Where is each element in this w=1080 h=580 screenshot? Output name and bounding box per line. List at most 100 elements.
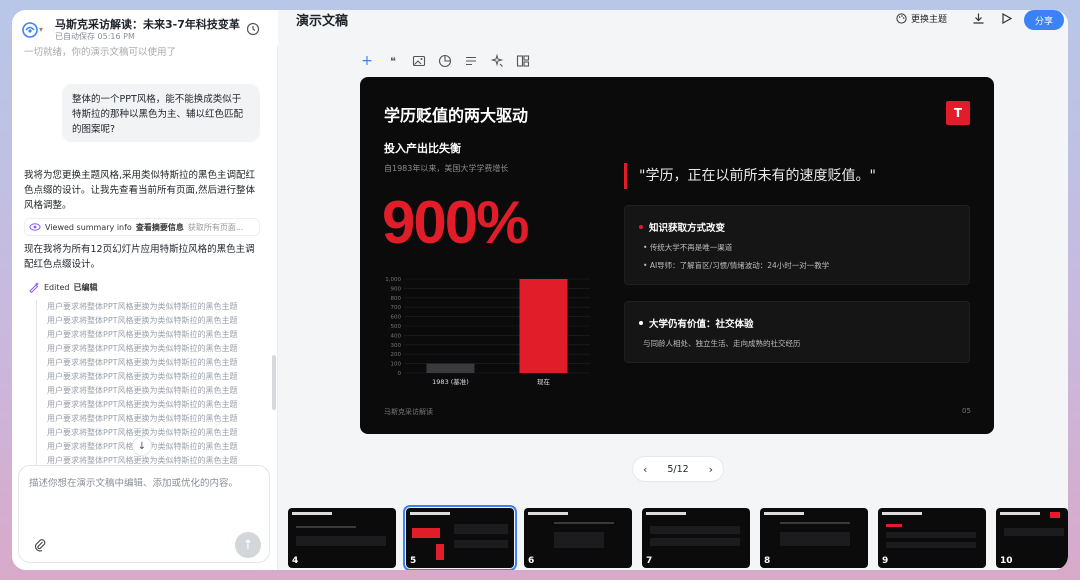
tool-detail: 获取所有页面... bbox=[187, 222, 244, 232]
thumb-block bbox=[780, 532, 850, 546]
list-item: 用户要求将整体PPT风格更换为类似特斯拉的黑色主题 bbox=[47, 428, 238, 437]
slide-thumbnail[interactable]: 9 bbox=[878, 508, 986, 568]
chart-icon[interactable] bbox=[438, 54, 452, 68]
chat-input-box: ↑ bbox=[18, 465, 270, 563]
bar bbox=[519, 279, 568, 373]
app-window: 一切就绪，你的演示文稿可以使用了 ▾ 马斯克采访解读：未来3-7年科技变革 已自… bbox=[12, 10, 1068, 570]
tool-label: Viewed summary info bbox=[45, 222, 132, 232]
bullet-dot bbox=[639, 321, 643, 325]
y-tick-label: 1,000 bbox=[385, 277, 401, 283]
chat-scrollbar[interactable] bbox=[272, 355, 276, 410]
scroll-to-bottom-button[interactable]: ↓ bbox=[132, 436, 152, 456]
slide-title[interactable]: 学历贬值的两大驱动 bbox=[384, 102, 528, 126]
card-line-text: AI导师：了解盲区/习惯/情绪波动：24小时一对一教学 bbox=[649, 261, 830, 270]
tool-label: Edited bbox=[44, 282, 70, 292]
thumb-title-bar bbox=[882, 512, 922, 515]
history-icon[interactable] bbox=[246, 22, 260, 36]
thumb-accent bbox=[1050, 512, 1060, 518]
info-card[interactable]: 知识获取方式改变 • 传统大学不再是唯一渠道 • AI导师：了解盲区/习惯/情绪… bbox=[624, 205, 970, 285]
card-title-text: 大学仍有价值：社交体验 bbox=[649, 319, 754, 330]
card-title: 大学仍有价值：社交体验 bbox=[639, 316, 754, 330]
list-item: 用户要求将整体PPT风格更换为类似特斯拉的黑色主题 bbox=[47, 358, 238, 367]
thumb-line bbox=[296, 526, 356, 528]
editor-title: 演示文稿 bbox=[296, 14, 349, 29]
card-line: 与同龄人相处、独立生活、走向成熟的社交经历 bbox=[643, 339, 801, 348]
magic-icon[interactable] bbox=[490, 54, 504, 68]
thumb-block bbox=[1004, 528, 1064, 536]
chevron-down-icon[interactable]: ▾ bbox=[39, 25, 43, 34]
palette-icon bbox=[896, 13, 907, 24]
slide-quote[interactable]: "学历，正在以前所未有的速度贬值。" bbox=[624, 163, 876, 189]
eye-icon bbox=[29, 223, 41, 231]
slide-thumbnail[interactable]: 4 bbox=[288, 508, 396, 568]
card-line: • 传统大学不再是唯一渠道 bbox=[643, 243, 733, 252]
thumb-block bbox=[454, 540, 508, 548]
slide-thumbnail[interactable]: 6 bbox=[524, 508, 632, 568]
arrow-up-icon: ↑ bbox=[242, 537, 254, 553]
slide-thumbnail-active[interactable]: 5 bbox=[403, 505, 517, 570]
slide-toolbar: + ❝ bbox=[360, 52, 530, 70]
y-tick-label: 900 bbox=[391, 286, 402, 292]
thumb-number: 10 bbox=[1000, 556, 1013, 566]
share-button[interactable]: 分享 bbox=[1024, 10, 1064, 30]
thumb-line bbox=[554, 522, 614, 524]
card-title: 知识获取方式改变 bbox=[639, 220, 725, 234]
app-logo-icon[interactable] bbox=[22, 22, 38, 38]
slide-thumbnail[interactable]: 7 bbox=[642, 508, 750, 568]
thumb-title-bar bbox=[292, 512, 332, 515]
chat-input[interactable] bbox=[29, 478, 259, 489]
thumb-number: 6 bbox=[528, 556, 535, 566]
tool-viewed-summary[interactable]: Viewed summary info 查看摘要信息 获取所有页面... bbox=[24, 218, 260, 236]
thumb-title-bar bbox=[1000, 512, 1040, 515]
editor-area: 演示文稿 更换主题 分享 + ❝ 学历贬值的两大驱动 T 投入产出比失衡 自19… bbox=[278, 10, 1068, 570]
y-tick-label: 400 bbox=[391, 333, 402, 339]
y-tick-label: 600 bbox=[391, 315, 402, 321]
slide-thumbnail[interactable]: 10 bbox=[996, 508, 1068, 568]
y-tick-label: 800 bbox=[391, 296, 402, 302]
tool-edited[interactable]: Edited 已编辑 bbox=[24, 278, 260, 296]
x-tick-label: 1983 (基准) bbox=[432, 377, 469, 386]
plus-icon[interactable]: + bbox=[360, 53, 374, 69]
y-tick-label: 500 bbox=[391, 324, 402, 330]
layout-icon[interactable] bbox=[516, 54, 530, 68]
x-tick-label: 现在 bbox=[537, 377, 551, 386]
chat-header: ▾ 马斯克采访解读：未来3-7年科技变革 已自动保存 05:16 PM bbox=[12, 10, 278, 46]
previous-message-fragment: 一切就绪，你的演示文稿可以使用了 bbox=[24, 47, 177, 58]
thumb-block bbox=[886, 542, 976, 548]
change-theme-button[interactable]: 更换主题 bbox=[896, 12, 947, 25]
image-icon[interactable] bbox=[412, 54, 426, 68]
thumb-block bbox=[650, 538, 740, 546]
bullet-dot bbox=[639, 225, 643, 229]
thumb-title-bar bbox=[528, 512, 568, 515]
download-icon[interactable] bbox=[972, 12, 985, 25]
list-item: 用户要求将整体PPT风格更换为类似特斯拉的黑色主题 bbox=[47, 440, 262, 454]
slide-caption[interactable]: 自1983年以来，美国大学学费增长 bbox=[384, 163, 508, 174]
slide-footer: 马斯克采访解读 bbox=[384, 408, 433, 416]
list-item: 用户要求将整体PPT风格更换为类似特斯拉的黑色主题 bbox=[47, 344, 238, 353]
chevron-left-icon[interactable]: ‹ bbox=[643, 463, 647, 476]
thumb-bar bbox=[436, 544, 444, 560]
slide-page-number: 05 bbox=[962, 407, 971, 415]
thumb-title-bar bbox=[410, 512, 450, 515]
paperclip-icon[interactable] bbox=[33, 538, 47, 552]
slide-subtitle[interactable]: 投入产出比失衡 bbox=[384, 140, 461, 156]
big-number[interactable]: 900% bbox=[382, 188, 529, 257]
list-item: 用户要求将整体PPT风格更换为类似特斯拉的黑色主题 bbox=[47, 302, 238, 311]
slide-thumbnail[interactable]: 8 bbox=[760, 508, 868, 568]
chevron-right-icon[interactable]: › bbox=[709, 463, 713, 476]
tesla-logo: T bbox=[946, 101, 970, 125]
send-button[interactable]: ↑ bbox=[235, 532, 261, 558]
slide-canvas[interactable]: 学历贬值的两大驱动 T 投入产出比失衡 自1983年以来，美国大学学费增长 90… bbox=[360, 77, 994, 434]
info-card[interactable]: 大学仍有价值：社交体验 与同龄人相处、独立生活、走向成熟的社交经历 bbox=[624, 301, 970, 363]
edit-sparkle-icon bbox=[29, 282, 39, 293]
thumb-block bbox=[296, 536, 386, 546]
quote-icon[interactable]: ❝ bbox=[386, 54, 400, 68]
list-item: 用户要求将整体PPT风格更换为类似特斯拉的黑色主题 bbox=[47, 386, 238, 395]
y-tick-label: 700 bbox=[391, 305, 402, 311]
thumb-line bbox=[780, 522, 850, 524]
align-icon[interactable] bbox=[464, 54, 478, 68]
y-tick-label: 100 bbox=[391, 362, 402, 368]
play-icon[interactable] bbox=[1000, 12, 1013, 25]
assistant-message: 我将为您更换主题风格,采用类似特斯拉的黑色主调配红色点缀的设计。让我先查看当前所… bbox=[24, 170, 256, 211]
list-item: 用户要求将整体PPT风格更换为类似特斯拉的黑色主题 bbox=[47, 400, 238, 409]
